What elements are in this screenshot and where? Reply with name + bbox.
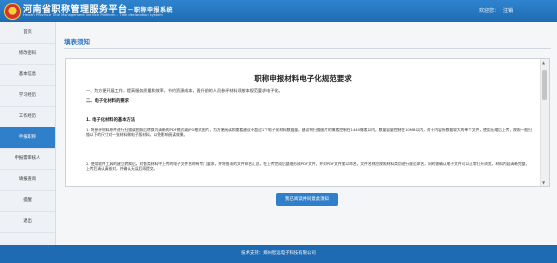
document-title: 职称申报材料电子化规范要求 [254,74,352,83]
sidebar-item-basic-info[interactable]: 基本信息 [0,64,55,86]
document-intro: 一、为方便开展工作，提高服务质量和效率，节约资源成本，晋升前的人员参评材料须按本… [86,88,283,93]
app-subtitle: Henan Province Title Management Service … [23,13,163,17]
document-scrollbar[interactable]: ▲ ▼ [540,59,549,186]
sidebar-item-reviewer[interactable]: 申报需审核人 [0,148,55,170]
document-subheading: 1. 电子化材料的基本方法 [86,118,136,123]
sidebar-item-education[interactable]: 学习经历 [0,85,55,107]
footer: 技术支持：郑州智远电子科技有限公司 [0,245,557,263]
logout-link[interactable]: 注销 [503,7,513,14]
scroll-down-icon[interactable]: ▼ [542,180,545,185]
sidebar-item-change-password[interactable]: 修改密码 [0,43,55,65]
sidebar-item-exit[interactable]: 退出 [0,211,55,233]
scroll-up-icon[interactable]: ▲ [542,60,545,65]
sidebar-item-work-history[interactable]: 工作经历 [0,106,55,128]
sidebar-item-home[interactable]: 首页 [0,22,55,44]
title-divider [64,48,551,49]
scrollbar-thumb[interactable] [542,70,547,100]
document-body: 职称申报材料电子化规范要求 一、为方便开展工作，提高服务质量和效率，节约资源成本… [66,59,540,186]
document-paragraph-1: 1. 将参评材料原件进行扫描或拍照后转换为清晰的PDF格式或JPG格式图片，为方… [86,128,532,138]
sidebar-item-reminder[interactable]: 提醒 [0,190,55,212]
sidebar-item-apply-title[interactable]: 申报职称 [0,127,55,149]
notice-document[interactable]: 职称申报材料电子化规范要求 一、为方便开展工作，提高服务质量和效率，节约资源成本… [65,58,550,187]
page-title: 填表须知 [64,38,90,46]
app-header: 河南省职称管理服务平台－职称申报系统 Henan Province Title … [0,0,557,22]
main-content: 填表须知 职称申报材料电子化规范要求 一、为方便开展工作，提高服务质量和效率，节… [56,22,557,245]
document-paragraph-2: 2. 使用软件工具的建立转换后，对各类材料中上传的电子文件名称有专门要求，并将各… [86,162,530,172]
welcome-text: 欢迎您： [478,8,499,14]
document-heading: 二、电子化材料的要求 [86,99,129,104]
national-emblem-icon [4,3,21,20]
agree-button[interactable]: 我已阅读并同意此须知 [276,193,338,206]
sidebar-item-query[interactable]: 填报查询 [0,169,55,191]
sidebar: 首页 修改密码 基本信息 学习经历 工作经历 申报职称 申报需审核人 填报查询 … [0,22,56,245]
